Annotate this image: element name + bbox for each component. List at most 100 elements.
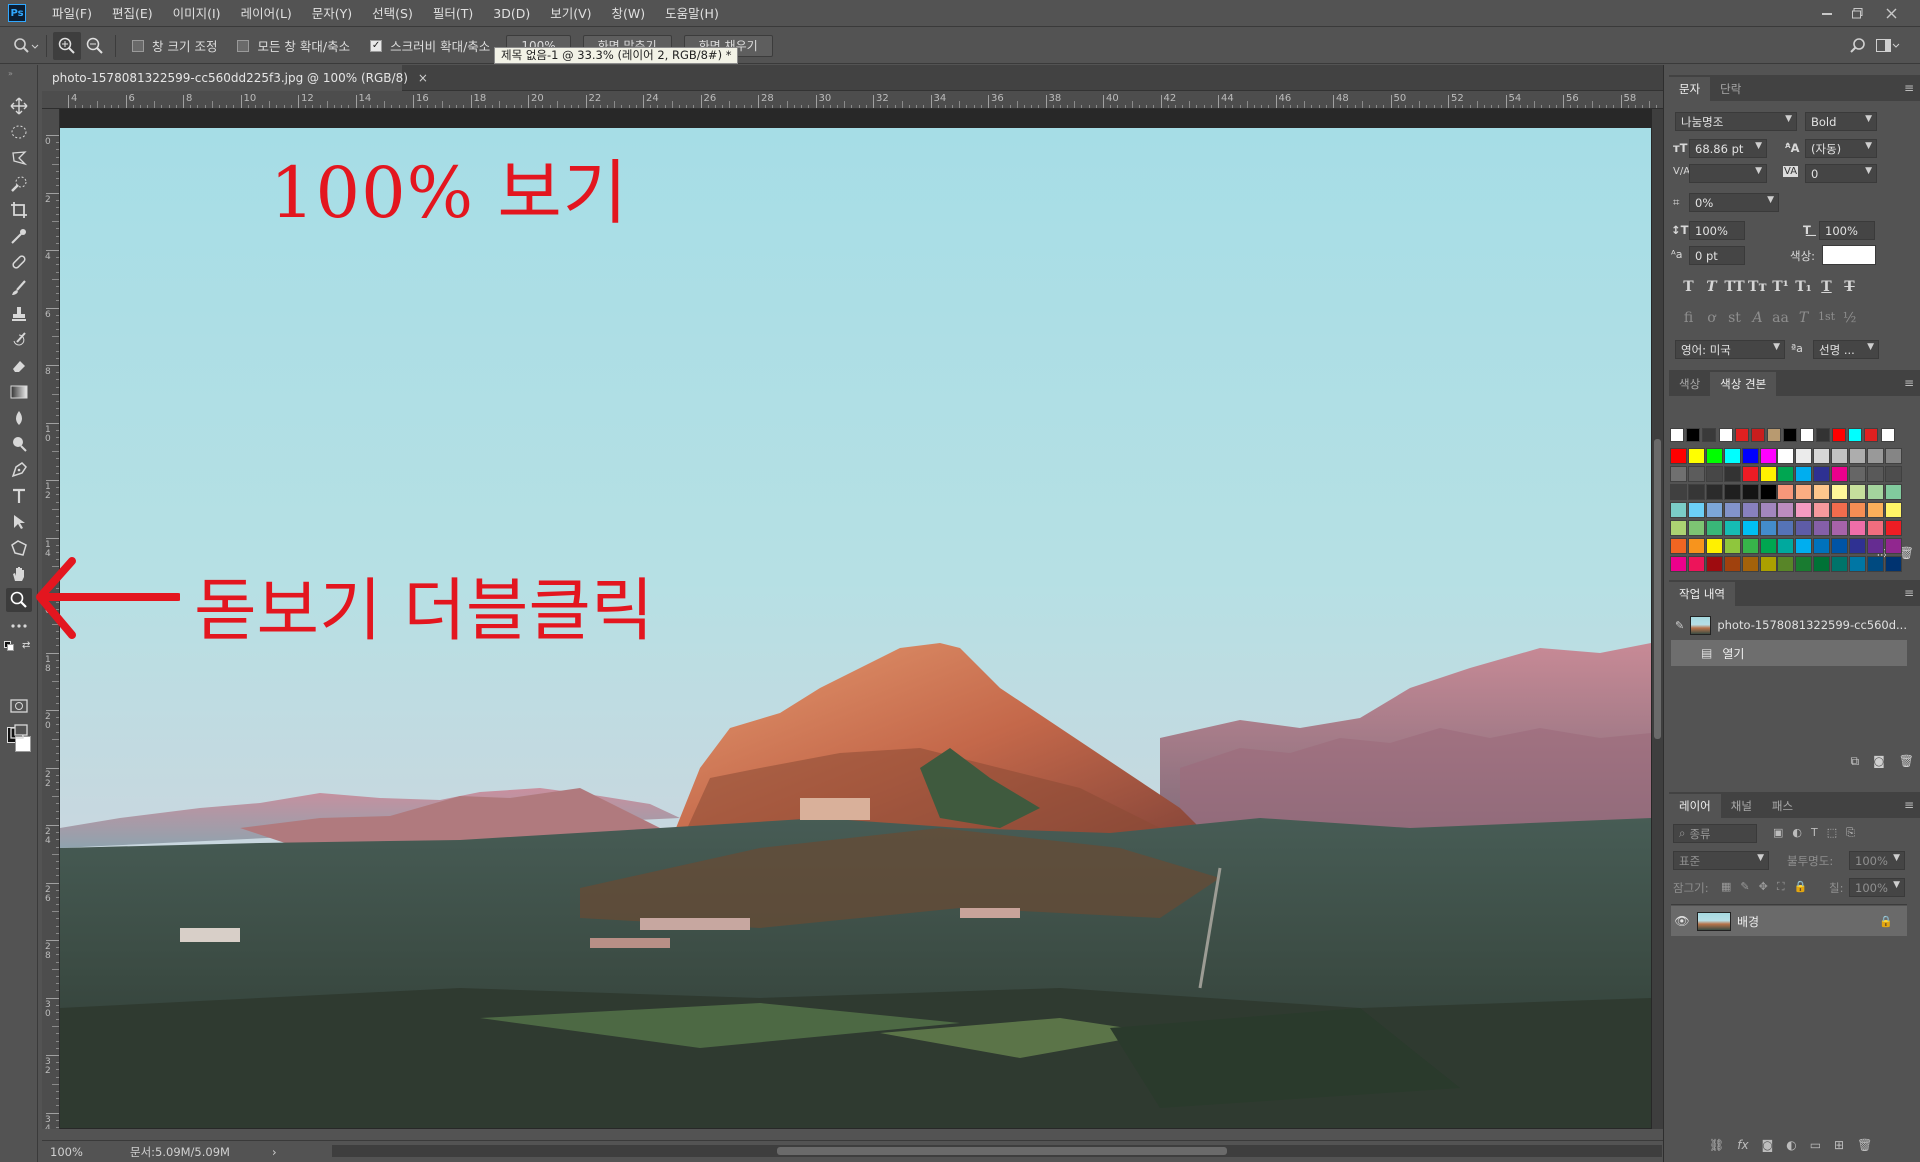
color-swatch[interactable] [1884,538,1902,554]
leading-input[interactable]: (자동) ▼ [1805,139,1877,158]
color-swatch[interactable] [1849,556,1866,572]
color-swatch[interactable] [1670,538,1687,554]
layer-kind-filter[interactable]: ⌕ 종류 [1673,824,1757,843]
color-swatch[interactable] [1670,556,1687,572]
eraser-tool-icon[interactable] [6,354,32,378]
color-swatch[interactable] [1831,448,1849,464]
color-swatch[interactable] [1866,538,1884,554]
color-swatch[interactable] [1813,538,1831,554]
pen-tool-icon[interactable] [6,458,32,482]
recent-swatch[interactable] [1767,428,1782,442]
color-swatch[interactable] [1831,538,1849,554]
ligature-button[interactable]: fi [1677,310,1700,326]
menu-help[interactable]: 도움말(H) [655,0,729,27]
path-selection-tool-icon[interactable] [6,510,32,534]
recent-swatch[interactable] [1864,428,1879,442]
color-swatch[interactable] [1670,466,1687,482]
lasso-tool-icon[interactable] [6,146,32,170]
color-swatch[interactable] [1705,520,1723,536]
color-swatch[interactable] [1795,466,1813,482]
color-swatch[interactable] [1795,484,1813,500]
delete-layer-icon[interactable]: 🗑 [1857,1138,1872,1152]
contextual-alternates-button[interactable]: ơ [1700,310,1723,326]
color-swatch[interactable] [1813,448,1831,464]
new-document-from-state-icon[interactable]: ⧉ [1851,754,1860,769]
color-swatch[interactable] [1831,502,1849,518]
recent-swatch[interactable] [1848,428,1863,442]
lock-transparent-icon[interactable]: ▦ [1721,880,1731,894]
search-icon[interactable] [1844,32,1872,60]
color-swatch[interactable] [1795,448,1813,464]
text-color-swatch[interactable] [1822,245,1876,265]
color-swatch[interactable] [1866,484,1884,500]
history-brush-tool-icon[interactable] [6,328,32,352]
color-swatch[interactable] [1741,520,1759,536]
color-swatch[interactable] [1723,520,1741,536]
lock-position-icon[interactable]: ✥ [1759,880,1768,894]
superscript-button[interactable]: T¹ [1769,279,1792,295]
tab-channels[interactable]: 채널 [1721,794,1762,818]
color-swatch[interactable] [1759,502,1777,518]
horizontal-scale-input[interactable]: 100% [1819,221,1875,240]
clone-stamp-tool-icon[interactable] [6,302,32,326]
swash-button[interactable]: A [1746,310,1769,326]
color-swatch[interactable] [1687,556,1705,572]
filter-type-icon[interactable]: T [1811,826,1818,840]
move-tool-icon[interactable] [6,94,32,118]
menu-image[interactable]: 이미지(I) [163,0,231,27]
color-swatch[interactable] [1813,556,1831,572]
color-swatch[interactable] [1884,520,1902,536]
recent-swatch[interactable] [1670,428,1684,442]
color-swatch[interactable] [1777,448,1795,464]
menu-filter[interactable]: 필터(T) [423,0,483,27]
color-swatch[interactable] [1687,484,1705,500]
underline-button[interactable]: T [1815,279,1838,295]
resize-windows-checkbox[interactable]: 창 크기 조정 [132,36,217,55]
color-swatch[interactable] [1723,448,1741,464]
color-swatch[interactable] [1741,484,1759,500]
delete-state-icon[interactable]: 🗑 [1899,754,1914,769]
filter-pixel-icon[interactable]: ▣ [1773,826,1783,840]
color-swatch[interactable] [1741,556,1759,572]
color-swatch[interactable] [1687,538,1705,554]
color-swatch[interactable] [1759,538,1777,554]
tsume-input[interactable]: 0% ▼ [1689,193,1779,212]
screen-mode-icon[interactable] [6,720,32,744]
recent-swatch[interactable] [1686,428,1701,442]
layer-row-background[interactable]: 👁 배경 🔒 [1671,906,1907,936]
recent-swatch[interactable] [1734,428,1749,442]
panel-menu-icon[interactable]: ≡ [1904,376,1914,390]
close-tab-icon[interactable]: × [418,71,428,85]
vertical-scale-input[interactable]: 100% [1689,221,1745,240]
language-select[interactable]: 영어: 미국 ▼ [1675,340,1785,359]
color-swatch[interactable] [1795,520,1813,536]
color-swatch[interactable] [1795,556,1813,572]
color-swatch[interactable] [1866,466,1884,482]
eyedropper-tool-icon[interactable] [6,224,32,248]
color-swatch[interactable] [1705,466,1723,482]
filter-smart-icon[interactable]: ⎘ [1846,826,1855,840]
color-swatch[interactable] [1777,484,1795,500]
tab-swatches[interactable]: 색상 견본 [1710,372,1777,396]
recent-swatch[interactable] [1751,428,1765,442]
color-swatch[interactable] [1741,466,1759,482]
color-swatch[interactable] [1670,520,1687,536]
vertical-scroll-thumb[interactable] [1654,439,1661,739]
color-swatch[interactable] [1670,502,1687,518]
more-tools-icon[interactable] [6,614,32,638]
faux-bold-button[interactable]: T [1677,279,1700,295]
fractions-button[interactable]: ½ [1838,310,1861,326]
marquee-tool-icon[interactable] [6,120,32,144]
zoom-out-icon[interactable] [81,32,109,60]
color-swatch[interactable] [1705,538,1723,554]
layer-lock-icon[interactable]: 🔒 [1879,915,1893,928]
small-caps-button[interactable]: Tт [1746,279,1769,295]
color-swatch[interactable] [1884,466,1902,482]
color-swatch[interactable] [1777,520,1795,536]
menu-3d[interactable]: 3D(D) [483,0,540,27]
history-snapshot-row[interactable]: ✎ photo-1578081322599-cc560d... [1671,612,1907,638]
menu-window[interactable]: 창(W) [602,0,656,27]
horizontal-scroll-thumb[interactable] [777,1147,1227,1155]
color-swatch[interactable] [1759,520,1777,536]
fill-input[interactable]: 100% ▼ [1849,878,1905,897]
